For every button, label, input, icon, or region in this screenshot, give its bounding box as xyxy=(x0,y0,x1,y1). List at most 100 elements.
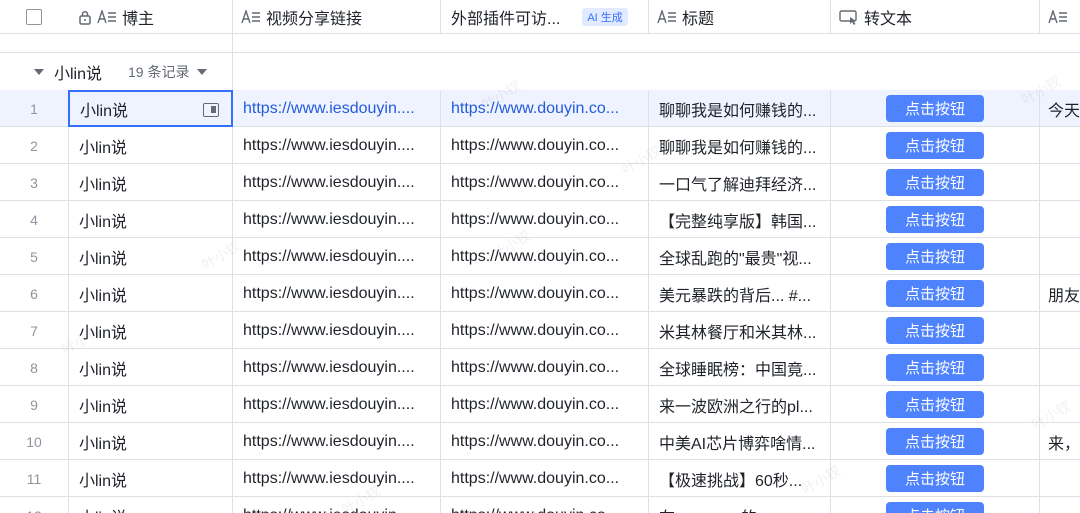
cell-title[interactable]: 中美AI芯片博弈啥情... xyxy=(649,423,831,460)
column-header-author[interactable]: 博主 xyxy=(68,0,233,34)
cell-external-link[interactable]: https://www.douyin.co... xyxy=(441,164,649,201)
ai-generate-badge[interactable]: AI 生成 xyxy=(582,8,628,26)
cell-share-link[interactable]: https://www.iesdouyin.... xyxy=(233,423,441,460)
row-number[interactable]: 6 xyxy=(0,275,68,312)
cell-share-link[interactable]: https://www.iesdouyin.... xyxy=(233,386,441,423)
convert-button[interactable]: 点击按钮 xyxy=(886,502,984,513)
cell-extra[interactable]: 今天 xyxy=(1040,90,1080,127)
cell-share-link[interactable]: https://www.iesdouyin.... xyxy=(233,275,441,312)
cell-author[interactable]: 小lin说 xyxy=(68,275,233,312)
table-row[interactable]: 4 小lin说 https://www.iesdouyin.... https://w… xyxy=(0,201,1080,238)
table-row[interactable]: 9 小lin说 https://www.iesdouyin.... https://w… xyxy=(0,386,1080,423)
convert-button[interactable]: 点击按钮 xyxy=(886,132,984,159)
cell-extra[interactable] xyxy=(1040,312,1080,349)
cell-external-link[interactable]: https://www.douyin.co... xyxy=(441,90,649,127)
cell-author[interactable]: 小lin说 xyxy=(68,349,233,386)
table-row[interactable]: 6 小lin说 https://www.iesdouyin.... https://w… xyxy=(0,275,1080,312)
cell-author[interactable]: 小lin说 xyxy=(68,423,233,460)
cell-external-link[interactable]: https://www.douyin.co... xyxy=(441,127,649,164)
convert-button[interactable]: 点击按钮 xyxy=(886,243,984,270)
cell-share-link[interactable]: https://www.iesdouyin.... xyxy=(233,497,441,513)
cell-title[interactable]: 米其林餐厅和米其林... xyxy=(649,312,831,349)
row-number[interactable]: 2 xyxy=(0,127,68,164)
table-row[interactable]: 2 小lin说 https://www.iesdouyin.... https://w… xyxy=(0,127,1080,164)
select-all-checkbox[interactable] xyxy=(26,9,42,25)
cell-external-link[interactable]: https://www.douyin.co... xyxy=(441,423,649,460)
cell-share-link[interactable]: https://www.iesdouyin.... xyxy=(233,127,441,164)
cell-share-link[interactable]: https://www.iesdouyin.... xyxy=(233,460,441,497)
cell-share-link[interactable]: https://www.iesdouyin.... xyxy=(233,238,441,275)
chevron-down-icon[interactable] xyxy=(197,68,208,75)
column-header-title[interactable]: 标题 xyxy=(649,0,831,34)
cell-author[interactable]: 小lin说 xyxy=(68,460,233,497)
cell-title[interactable]: 美元暴跌的背后... #... xyxy=(649,275,831,312)
cell-extra[interactable] xyxy=(1040,349,1080,386)
table-row[interactable]: 8 小lin说 https://www.iesdouyin.... https://w… xyxy=(0,349,1080,386)
table-row[interactable]: 3 小lin说 https://www.iesdouyin.... https://w… xyxy=(0,164,1080,201)
cell-extra[interactable] xyxy=(1040,238,1080,275)
cell-external-link[interactable]: https://www.douyin.co... xyxy=(441,497,649,513)
cell-author[interactable]: 小lin说 xyxy=(68,201,233,238)
table-row[interactable]: 1 小lin说 https://www.iesdouyin.... https://w… xyxy=(0,90,1080,127)
cell-extra[interactable] xyxy=(1040,127,1080,164)
cell-share-link[interactable]: https://www.iesdouyin.... xyxy=(233,312,441,349)
cell-share-link[interactable]: https://www.iesdouyin.... xyxy=(233,201,441,238)
expand-record-icon[interactable] xyxy=(203,103,219,117)
column-header-convert[interactable]: 转文本 xyxy=(831,0,1040,34)
cell-extra[interactable] xyxy=(1040,497,1080,513)
table-row[interactable]: 7 小lin说 https://www.iesdouyin.... https://w… xyxy=(0,312,1080,349)
row-number[interactable]: 4 xyxy=(0,201,68,238)
convert-button[interactable]: 点击按钮 xyxy=(886,391,984,418)
cell-author[interactable]: 小lin说 xyxy=(68,386,233,423)
cell-share-link[interactable]: https://www.iesdouyin.... xyxy=(233,349,441,386)
header-select-all[interactable] xyxy=(0,0,68,34)
cell-extra[interactable] xyxy=(1040,201,1080,238)
convert-button[interactable]: 点击按钮 xyxy=(886,280,984,307)
cell-external-link[interactable]: https://www.douyin.co... xyxy=(441,275,649,312)
convert-button[interactable]: 点击按钮 xyxy=(886,169,984,196)
cell-extra[interactable] xyxy=(1040,460,1080,497)
cell-title[interactable]: 【完整纯享版】韩国... xyxy=(649,201,831,238)
convert-button[interactable]: 点击按钮 xyxy=(886,206,984,233)
cell-title[interactable]: 全球睡眠榜：中国竟... xyxy=(649,349,831,386)
cell-share-link[interactable]: https://www.iesdouyin.... xyxy=(233,90,441,127)
cell-external-link[interactable]: https://www.douyin.co... xyxy=(441,312,649,349)
cell-title[interactable]: 全球乱跑的"最贵"视... xyxy=(649,238,831,275)
row-number[interactable]: 11 xyxy=(0,460,68,497)
column-header-extra[interactable] xyxy=(1040,0,1080,34)
row-number[interactable]: 12 xyxy=(0,497,68,513)
row-number[interactable]: 8 xyxy=(0,349,68,386)
table-row[interactable]: 10 小lin说 https://www.iesdouyin.... https://… xyxy=(0,423,1080,460)
column-header-external[interactable]: 外部插件可访... AI 生成 xyxy=(441,0,649,34)
convert-button[interactable]: 点击按钮 xyxy=(886,95,984,122)
row-number[interactable]: 9 xyxy=(0,386,68,423)
cell-external-link[interactable]: https://www.douyin.co... xyxy=(441,238,649,275)
cell-title[interactable]: 聊聊我是如何赚钱的... xyxy=(649,90,831,127)
cell-title[interactable]: 来一波欧洲之行的pl... xyxy=(649,386,831,423)
cell-share-link[interactable]: https://www.iesdouyin.... xyxy=(233,164,441,201)
collapse-triangle-icon[interactable] xyxy=(34,68,44,75)
cell-external-link[interactable]: https://www.douyin.co... xyxy=(441,386,649,423)
cell-author[interactable]: 小lin说 xyxy=(68,497,233,513)
column-header-link[interactable]: 视频分享链接 xyxy=(233,0,441,34)
cell-extra[interactable]: 来， xyxy=(1040,423,1080,460)
cell-external-link[interactable]: https://www.douyin.co... xyxy=(441,349,649,386)
cell-external-link[interactable]: https://www.douyin.co... xyxy=(441,460,649,497)
cell-extra[interactable] xyxy=(1040,386,1080,423)
convert-button[interactable]: 点击按钮 xyxy=(886,428,984,455)
convert-button[interactable]: 点击按钮 xyxy=(886,465,984,492)
table-row[interactable]: 11 小lin说 https://www.iesdouyin.... https://… xyxy=(0,460,1080,497)
row-number[interactable]: 1 xyxy=(0,90,68,127)
cell-title[interactable]: 【极速挑战】60秒... xyxy=(649,460,831,497)
cell-external-link[interactable]: https://www.douyin.co... xyxy=(441,201,649,238)
cell-title[interactable]: 在everyone的... xyxy=(649,497,831,513)
cell-extra[interactable] xyxy=(1040,164,1080,201)
row-number[interactable]: 5 xyxy=(0,238,68,275)
cell-author[interactable]: 小lin说 xyxy=(68,312,233,349)
cell-author[interactable]: 小lin说 xyxy=(68,238,233,275)
row-number[interactable]: 10 xyxy=(0,423,68,460)
table-row[interactable]: 5 小lin说 https://www.iesdouyin.... https://w… xyxy=(0,238,1080,275)
cell-title[interactable]: 聊聊我是如何赚钱的... xyxy=(649,127,831,164)
cell-author[interactable]: 小lin说 xyxy=(68,90,233,127)
row-number[interactable]: 7 xyxy=(0,312,68,349)
